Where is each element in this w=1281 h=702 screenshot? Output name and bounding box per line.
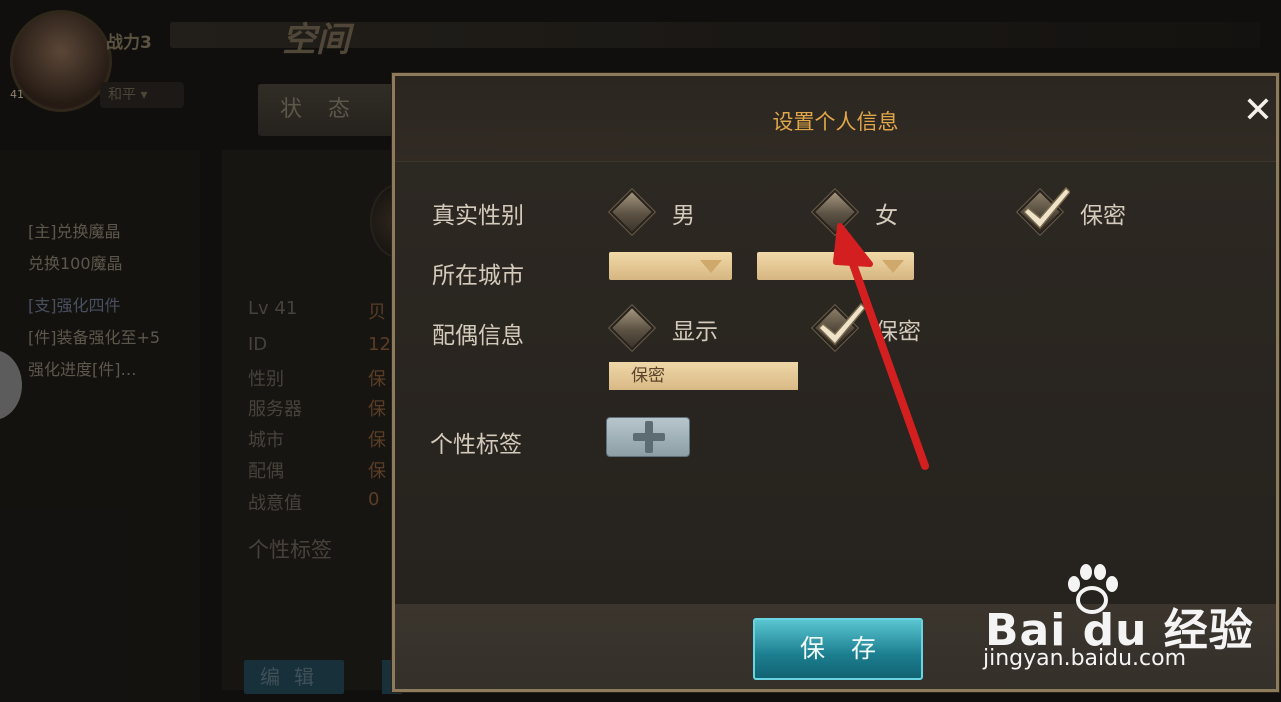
stat-label: ID	[248, 334, 268, 355]
stat-label: Lv 41	[248, 298, 298, 319]
stat-value: 保	[368, 461, 386, 482]
radio-diamond-icon[interactable]	[609, 189, 655, 235]
province-dropdown[interactable]	[609, 252, 732, 280]
gender-option-label: 男	[672, 203, 695, 229]
spouse-option-label: 保密	[875, 319, 921, 345]
baidu-watermark-url: jingyan.baidu.com	[983, 646, 1187, 671]
gender-option-male[interactable]: 男	[609, 189, 712, 235]
chevron-down-icon	[882, 260, 904, 273]
mission-line[interactable]: [主]兑换魔晶	[28, 218, 198, 242]
power-text: 战力3	[106, 33, 152, 53]
edit-button[interactable]: 编辑	[244, 660, 344, 694]
gender-option-label: 女	[875, 203, 898, 229]
gender-label: 真实性别	[432, 203, 524, 229]
spouse-option-show[interactable]: 显示	[609, 305, 732, 351]
mission-line[interactable]: [件]装备强化至+5	[28, 324, 198, 348]
stat-value: 保	[368, 369, 386, 390]
tags-label: 个性标签	[430, 432, 522, 458]
gender-option-secret[interactable]: 保密	[1017, 186, 1150, 235]
close-icon[interactable]: ✕	[1241, 93, 1275, 129]
chevron-down-icon	[700, 260, 722, 273]
radio-diamond-icon[interactable]	[812, 189, 858, 235]
stat-label: 城市	[248, 430, 284, 451]
mode-select[interactable]: 和平 ▾	[100, 82, 184, 108]
city-label: 所在城市	[432, 263, 524, 289]
stat-value: 保	[368, 399, 386, 420]
space-title: 空间	[282, 20, 350, 60]
add-tag-button[interactable]	[606, 417, 690, 457]
mode-select-label: 和平	[108, 87, 136, 103]
plus-icon	[645, 421, 653, 453]
gender-option-female[interactable]: 女	[812, 189, 915, 235]
checkmark-icon	[1024, 186, 1070, 230]
spouse-option-secret[interactable]: 保密	[812, 302, 935, 351]
stat-label: 战意值	[248, 493, 302, 514]
dialog-title: 设置个人信息	[772, 110, 899, 134]
save-button[interactable]: 保存	[753, 618, 923, 680]
spouse-label: 配偶信息	[432, 323, 524, 349]
spouse-field[interactable]: 保密	[609, 362, 798, 390]
gender-option-label: 保密	[1080, 203, 1126, 229]
avatar-level: 41	[10, 88, 24, 101]
stat-value: 保	[368, 430, 386, 451]
stat-label: 服务器	[248, 399, 302, 420]
stat-label: 性别	[248, 369, 284, 390]
mission-line[interactable]: [支]强化四件	[28, 292, 198, 316]
mission-line[interactable]: 强化进度[件]…	[28, 356, 198, 380]
spouse-option-label: 显示	[672, 319, 718, 345]
profile-tag-label: 个性标签	[248, 538, 332, 562]
stat-label: 配偶	[248, 461, 284, 482]
mission-line[interactable]: 兑换100魔晶	[28, 250, 198, 274]
city-dropdown[interactable]	[757, 252, 914, 280]
radio-diamond-icon[interactable]	[609, 305, 655, 351]
checkmark-icon	[819, 302, 865, 346]
stat-value: 0	[368, 489, 380, 510]
dialog-header: 设置个人信息	[395, 76, 1276, 162]
tab-status[interactable]: 状态	[258, 84, 398, 136]
stat-value: 贝	[368, 302, 386, 323]
